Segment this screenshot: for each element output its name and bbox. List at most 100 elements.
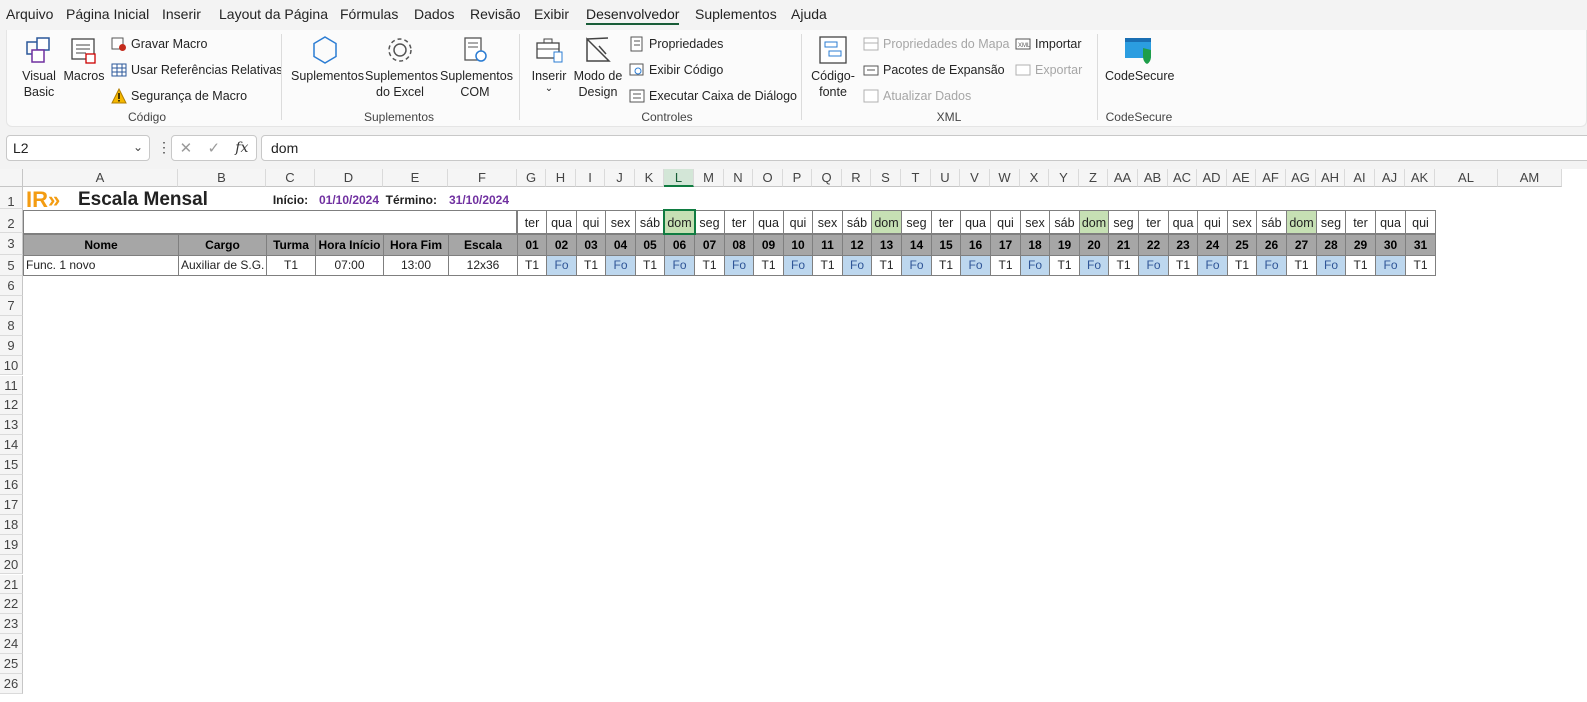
schedule-cell[interactable]: Fo bbox=[724, 255, 754, 276]
column-title-5[interactable]: Escala bbox=[448, 234, 518, 256]
schedule-cell[interactable]: Fo bbox=[901, 255, 932, 276]
menu-tab-0[interactable]: Arquivo bbox=[6, 6, 53, 22]
schedule-cell[interactable]: Fo bbox=[783, 255, 813, 276]
properties-button[interactable]: Propriedades bbox=[629, 36, 723, 52]
weekday-cell[interactable]: seg bbox=[1316, 210, 1346, 234]
employee-nome[interactable]: Func. 1 novo bbox=[23, 255, 179, 276]
column-header-G[interactable]: G bbox=[517, 169, 546, 187]
weekday-cell[interactable]: ter bbox=[1138, 210, 1169, 234]
macro-security-button[interactable]: Segurança de Macro bbox=[111, 88, 247, 104]
column-title-4[interactable]: Hora Fim bbox=[383, 234, 449, 256]
sheet-title[interactable]: Escala Mensal bbox=[78, 187, 260, 209]
column-header-U[interactable]: U bbox=[931, 169, 960, 187]
day-number-cell[interactable]: 25 bbox=[1227, 234, 1257, 256]
column-header-K[interactable]: K bbox=[635, 169, 664, 187]
weekday-cell[interactable]: dom bbox=[664, 210, 695, 234]
schedule-cell[interactable]: T1 bbox=[871, 255, 902, 276]
column-header-V[interactable]: V bbox=[960, 169, 990, 187]
employee-turma[interactable]: T1 bbox=[266, 255, 316, 276]
schedule-cell[interactable]: T1 bbox=[1108, 255, 1139, 276]
column-header-AG[interactable]: AG bbox=[1286, 169, 1316, 187]
day-number-cell[interactable]: 11 bbox=[812, 234, 843, 256]
menu-tab-9[interactable]: Suplementos bbox=[695, 6, 777, 22]
schedule-cell[interactable]: T1 bbox=[753, 255, 784, 276]
column-header-L[interactable]: L bbox=[664, 169, 694, 187]
schedule-cell[interactable]: T1 bbox=[576, 255, 606, 276]
column-header-J[interactable]: J bbox=[605, 169, 635, 187]
day-number-cell[interactable]: 22 bbox=[1138, 234, 1169, 256]
weekday-cell[interactable]: ter bbox=[724, 210, 754, 234]
weekday-cell[interactable]: seg bbox=[1108, 210, 1139, 234]
row-header-7[interactable]: 7 bbox=[0, 295, 23, 316]
row-header-18[interactable]: 18 bbox=[0, 514, 23, 535]
row-header-16[interactable]: 16 bbox=[0, 475, 23, 495]
column-header-W[interactable]: W bbox=[990, 169, 1020, 187]
name-box[interactable]: L2 ⌄ bbox=[6, 135, 150, 161]
weekday-cell[interactable]: qui bbox=[576, 210, 606, 234]
row-header-12[interactable]: 12 bbox=[0, 395, 23, 416]
weekday-cell[interactable]: qui bbox=[990, 210, 1021, 234]
column-header-R[interactable]: R bbox=[842, 169, 871, 187]
column-header-I[interactable]: I bbox=[576, 169, 605, 187]
weekday-cell[interactable]: sex bbox=[1020, 210, 1050, 234]
row-header-8[interactable]: 8 bbox=[0, 315, 23, 336]
expansion-packs-button[interactable]: Pacotes de Expansão bbox=[863, 62, 1005, 78]
day-number-cell[interactable]: 17 bbox=[990, 234, 1021, 256]
start-date[interactable]: 01/10/2024 bbox=[315, 187, 383, 209]
day-number-cell[interactable]: 19 bbox=[1049, 234, 1080, 256]
day-number-cell[interactable]: 18 bbox=[1020, 234, 1050, 256]
weekday-cell[interactable]: sex bbox=[812, 210, 843, 234]
weekday-cell[interactable]: ter bbox=[931, 210, 961, 234]
record-macro-button[interactable]: Gravar Macro bbox=[111, 36, 207, 52]
row-header-26[interactable]: 26 bbox=[0, 674, 23, 694]
employee-fim[interactable]: 13:00 bbox=[383, 255, 449, 276]
menu-tab-5[interactable]: Dados bbox=[414, 6, 454, 22]
excel-add-ins-button[interactable]: Suplementos do Excel bbox=[365, 34, 438, 100]
row-header-9[interactable]: 9 bbox=[0, 335, 23, 356]
schedule-cell[interactable]: T1 bbox=[1168, 255, 1198, 276]
weekday-cell[interactable]: ter bbox=[1345, 210, 1376, 234]
start-date-label[interactable]: Início: bbox=[266, 187, 315, 209]
select-all-corner[interactable] bbox=[0, 169, 23, 187]
schedule-cell[interactable]: Fo bbox=[1375, 255, 1406, 276]
column-header-AF[interactable]: AF bbox=[1256, 169, 1286, 187]
schedule-cell[interactable]: T1 bbox=[931, 255, 961, 276]
row-header-15[interactable]: 15 bbox=[0, 455, 23, 475]
weekday-cell[interactable]: qui bbox=[1197, 210, 1228, 234]
weekday-cell[interactable]: qui bbox=[783, 210, 813, 234]
weekday-cell[interactable]: sex bbox=[1227, 210, 1257, 234]
row-header-13[interactable]: 13 bbox=[0, 415, 23, 436]
column-header-AD[interactable]: AD bbox=[1197, 169, 1227, 187]
weekday-cell[interactable]: dom bbox=[871, 210, 902, 234]
column-header-C[interactable]: C bbox=[266, 169, 315, 187]
codesecure-button[interactable]: CodeSecure bbox=[1105, 34, 1175, 84]
column-title-2[interactable]: Turma bbox=[266, 234, 316, 256]
row-header-14[interactable]: 14 bbox=[0, 435, 23, 456]
export-button[interactable]: Exportar bbox=[1015, 62, 1082, 78]
schedule-cell[interactable]: T1 bbox=[517, 255, 547, 276]
schedule-cell[interactable]: T1 bbox=[1345, 255, 1376, 276]
schedule-cell[interactable]: Fo bbox=[1256, 255, 1287, 276]
weekday-cell[interactable]: sáb bbox=[842, 210, 872, 234]
menu-tab-2[interactable]: Inserir bbox=[162, 6, 201, 22]
column-header-Z[interactable]: Z bbox=[1079, 169, 1108, 187]
weekday-cell[interactable]: sex bbox=[605, 210, 636, 234]
column-header-S[interactable]: S bbox=[871, 169, 901, 187]
menu-tab-4[interactable]: Fórmulas bbox=[340, 6, 398, 22]
day-number-cell[interactable]: 07 bbox=[694, 234, 725, 256]
cancel-icon[interactable]: ✕ bbox=[180, 139, 193, 157]
column-header-AL[interactable]: AL bbox=[1435, 169, 1498, 187]
row-header-20[interactable]: 20 bbox=[0, 554, 23, 575]
schedule-cell[interactable]: T1 bbox=[635, 255, 665, 276]
view-code-button[interactable]: Exibir Código bbox=[629, 62, 723, 78]
menu-tab-8[interactable]: Desenvolvedor bbox=[586, 6, 680, 25]
menu-tab-1[interactable]: Página Inicial bbox=[66, 6, 149, 22]
row-header-6[interactable]: 6 bbox=[0, 276, 23, 296]
column-header-D[interactable]: D bbox=[315, 169, 383, 187]
row-header-19[interactable]: 19 bbox=[0, 534, 23, 555]
end-date[interactable]: 31/10/2024 bbox=[441, 187, 517, 209]
day-number-cell[interactable]: 06 bbox=[664, 234, 695, 256]
schedule-cell[interactable]: Fo bbox=[960, 255, 991, 276]
employee-inicio[interactable]: 07:00 bbox=[315, 255, 384, 276]
weekday-cell[interactable]: sáb bbox=[1256, 210, 1287, 234]
